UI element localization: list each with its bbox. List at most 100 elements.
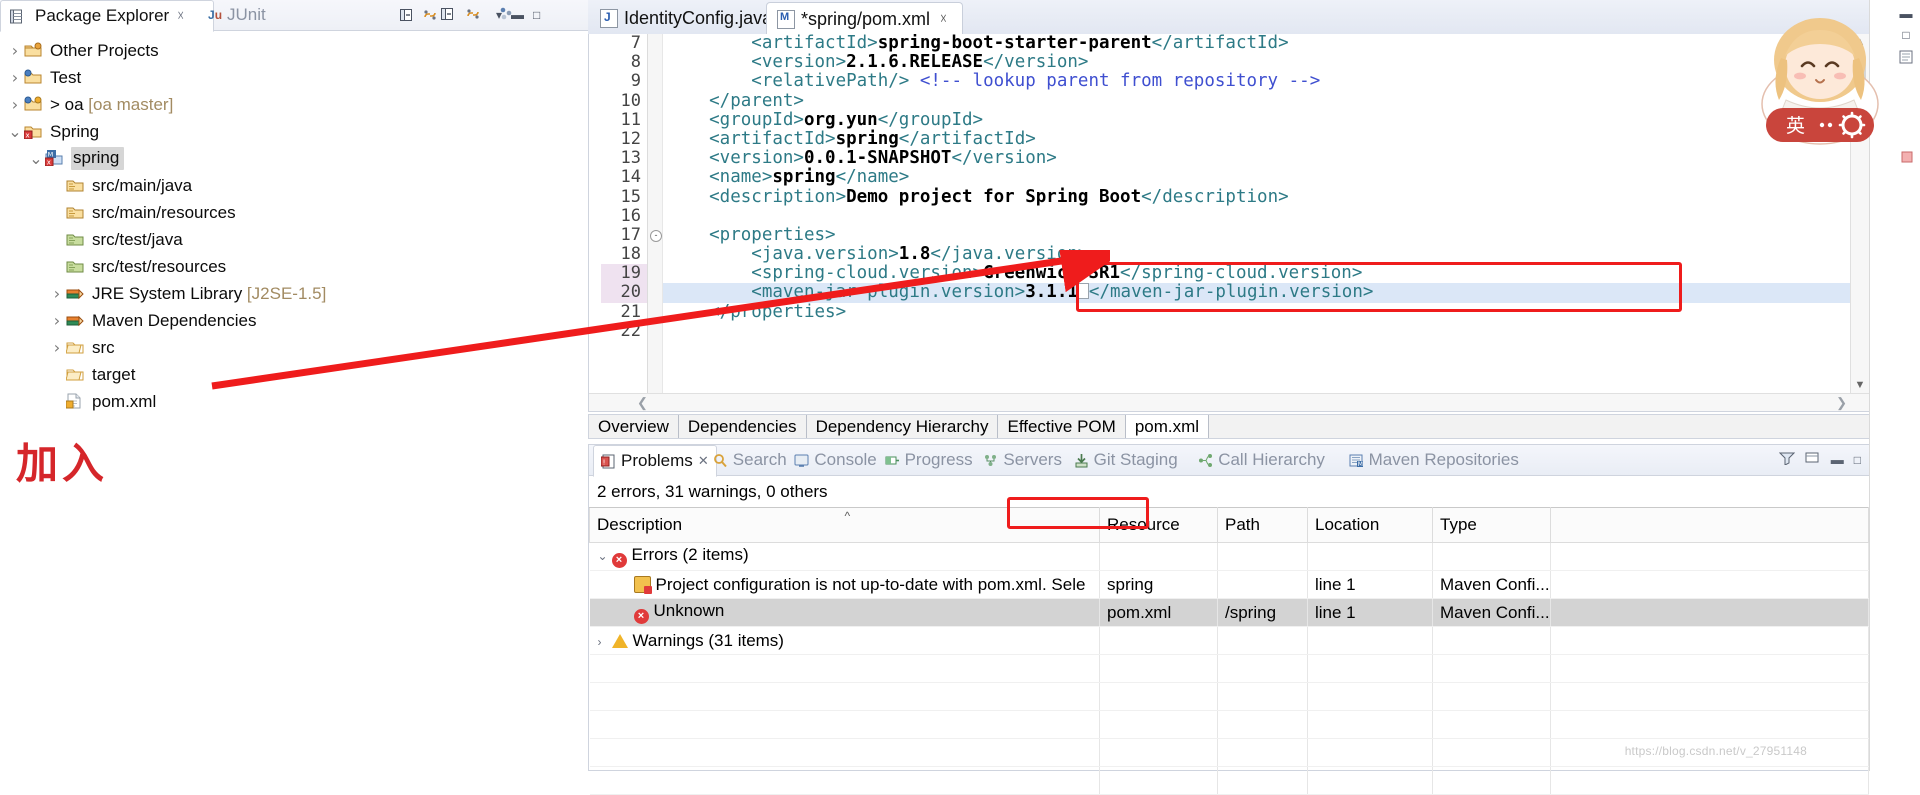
problems-tabbar[interactable]: ▬ □ ! Problems ✕ Search Console Progress Serve… [589,445,1869,477]
chevron-right-icon[interactable]: › [48,338,66,357]
outline-view-icon[interactable] [1898,49,1914,69]
tree-item-target[interactable]: target [0,361,588,388]
view-options-icon[interactable] [498,7,516,27]
panel-tab-console[interactable]: Console [787,445,883,475]
problems-table-header[interactable]: Description ^ Resource Path Location Type [589,507,1869,543]
column-header-location[interactable]: Location [1307,507,1433,543]
tree-item-test[interactable]: › Test [0,64,588,91]
tree-item-jre-system-library[interactable]: › JRE System Library [J2SE-1.5] [0,280,588,307]
pom-page-tab-effective-pom[interactable]: Effective POM [998,415,1126,438]
scroll-left-icon[interactable]: ❮ [637,394,648,411]
close-icon[interactable]: ☓ [940,11,947,27]
fold-toggle-icon[interactable]: - [650,230,662,242]
code-text[interactable]: <artifactId>spring-boot-starter-parent</… [663,34,1869,411]
code-line[interactable]: <version>2.1.6.RELEASE</version> [663,53,1869,72]
filters-icon[interactable] [1778,451,1795,468]
panel-tab-maven-repositories[interactable]: M Maven Repositories [1342,445,1526,475]
tree-item-spring[interactable]: ⌄ x Spring [0,118,588,145]
editor-tab-pom-xml[interactable]: *spring/pom.xml ☓ [766,2,963,36]
console-icon [794,453,809,468]
problems-item-row[interactable]: × Unknown pom.xml/spring line 1 Maven Confi.… [589,598,1869,627]
code-line[interactable]: <artifactId>spring-boot-starter-parent</… [663,34,1869,53]
pom-page-tab-pom-xml[interactable]: pom.xml [1125,415,1210,438]
annotation-ruler[interactable] [589,34,601,411]
code-line[interactable] [663,207,1869,226]
code-line[interactable]: <version>0.0.1-SNAPSHOT</version> [663,149,1869,168]
chevron-down-icon[interactable]: ⌄ [27,150,45,166]
project-tree[interactable]: › Other Projects › Test › > oa [oa master] ⌄ x S… [0,31,588,415]
maximize-icon[interactable]: □ [1902,28,1909,42]
code-line[interactable]: </parent> [663,91,1869,111]
editor-horizontal-scrollbar[interactable]: ❮ ❯ [589,393,1869,411]
code-line[interactable]: <properties> [663,225,1869,245]
maximize-icon[interactable]: □ [1854,453,1861,467]
pom-source-editor[interactable]: 7 8 9 10 11 12 13 14 15 16 17 18 19 20 21 22 - <artifac… [588,34,1870,412]
folding-ruler[interactable]: - [648,34,663,411]
chevron-right-icon[interactable]: › [6,68,24,87]
panel-tab-progress[interactable]: Progress [878,445,980,475]
code-line[interactable]: <java.version>1.8</java.version> [663,244,1869,264]
code-line[interactable]: </properties> [663,302,1869,322]
tree-item-spring[interactable]: ⌄ Mx spring [0,145,588,172]
link-with-editor-icon[interactable] [465,6,482,23]
chevron-right-icon[interactable]: › [6,41,24,60]
pom-page-tab-dependencies[interactable]: Dependencies [678,415,807,438]
chevron-right-icon[interactable]: › [598,635,612,649]
column-header-resource[interactable]: Resource [1099,507,1218,543]
code-line[interactable] [663,322,1869,341]
tree-item-maven-dependencies[interactable]: › Maven Dependencies [0,307,588,334]
minimize-icon[interactable]: ▬ [1831,452,1844,467]
code-token-tag: </name> [835,167,910,188]
problems-item-row[interactable]: Project configuration is not up-to-date … [589,570,1869,599]
code-line[interactable]: <name>spring</name> [663,168,1869,187]
panel-tab-search[interactable]: Search [706,445,794,475]
chevron-down-icon[interactable]: ⌄ [598,549,612,563]
chevron-right-icon[interactable]: › [48,311,66,330]
tab-junit[interactable]: Ju JUnit [200,0,274,30]
panel-tab-problems[interactable]: ! Problems ✕ [593,445,717,477]
tree-item-pom-xml[interactable]: pom.xml [0,388,588,415]
code-line[interactable]: <artifactId>spring</artifactId> [663,129,1869,149]
code-line[interactable]: <groupId>org.yun</groupId> [663,110,1869,130]
code-line[interactable]: <relativePath/> <!-- lookup parent from … [663,72,1869,91]
column-header-path[interactable]: Path [1217,507,1308,543]
panel-tab-git-staging[interactable]: Git Staging [1067,445,1185,475]
view-menu-icon[interactable] [1805,451,1821,468]
cell-empty [1217,682,1308,711]
chevron-down-icon[interactable]: ⌄ [6,123,24,139]
tree-item-src-main-java[interactable]: src/main/java [0,172,588,199]
pom-page-tab-dependency-hierarchy[interactable]: Dependency Hierarchy [806,415,999,438]
scrollbar-thumb[interactable] [1854,56,1866,116]
chevron-right-icon[interactable]: › [6,95,24,114]
panel-tab-call-hierarchy[interactable]: Call Hierarchy [1191,445,1332,475]
editor-vertical-scrollbar[interactable]: ▲ ▼ [1850,34,1869,411]
scroll-right-icon[interactable]: ❯ [1836,394,1847,411]
tree-item-src-test-resources[interactable]: src/test/resources [0,253,588,280]
tree-item-src[interactable]: › src [0,334,588,361]
tree-item-other-projects[interactable]: › Other Projects [0,37,588,64]
code-line[interactable]: <description>Demo project for Spring Boo… [663,187,1869,207]
collapse-all-icon[interactable] [439,6,456,23]
problems-group-row[interactable]: ⌄ × Errors (2 items) [589,542,1869,571]
pom-editor-page-tabs[interactable]: Overview Dependencies Dependency Hierarchy… [588,414,1870,439]
chevron-right-icon[interactable]: › [48,284,66,303]
tree-item-src-main-resources[interactable]: src/main/resources [0,199,588,226]
column-header-description[interactable]: Description ^ [589,507,1100,543]
link-with-editor-icon[interactable] [422,7,438,27]
minimize-icon[interactable]: ▬ [1900,6,1913,21]
maximize-icon[interactable]: □ [533,8,540,22]
scroll-up-icon[interactable]: ▲ [1851,34,1869,50]
tab-package-explorer[interactable]: Package Explorer ☓ [0,0,214,32]
collapse-all-icon[interactable] [398,7,414,27]
panel-tab-servers[interactable]: Servers [976,445,1069,475]
editor-tab-identityconfig[interactable]: IdentityConfig.java [590,2,784,34]
code-line[interactable]: <spring-cloud.version>Greenwich.SR1</spr… [663,264,1869,283]
pom-page-tab-overview[interactable]: Overview [589,415,679,438]
scroll-down-icon[interactable]: ▼ [1851,377,1869,393]
problems-group-row[interactable]: › Warnings (31 items) [589,626,1869,655]
column-header-type[interactable]: Type [1432,507,1551,543]
tree-item-src-test-java[interactable]: src/test/java [0,226,588,253]
code-line[interactable]: <maven-jar-plugin.version>3.1.1 </maven-j… [663,283,1869,303]
tree-item-oa[interactable]: › > oa [oa master] [0,91,588,118]
close-icon[interactable]: ☓ [177,8,184,24]
